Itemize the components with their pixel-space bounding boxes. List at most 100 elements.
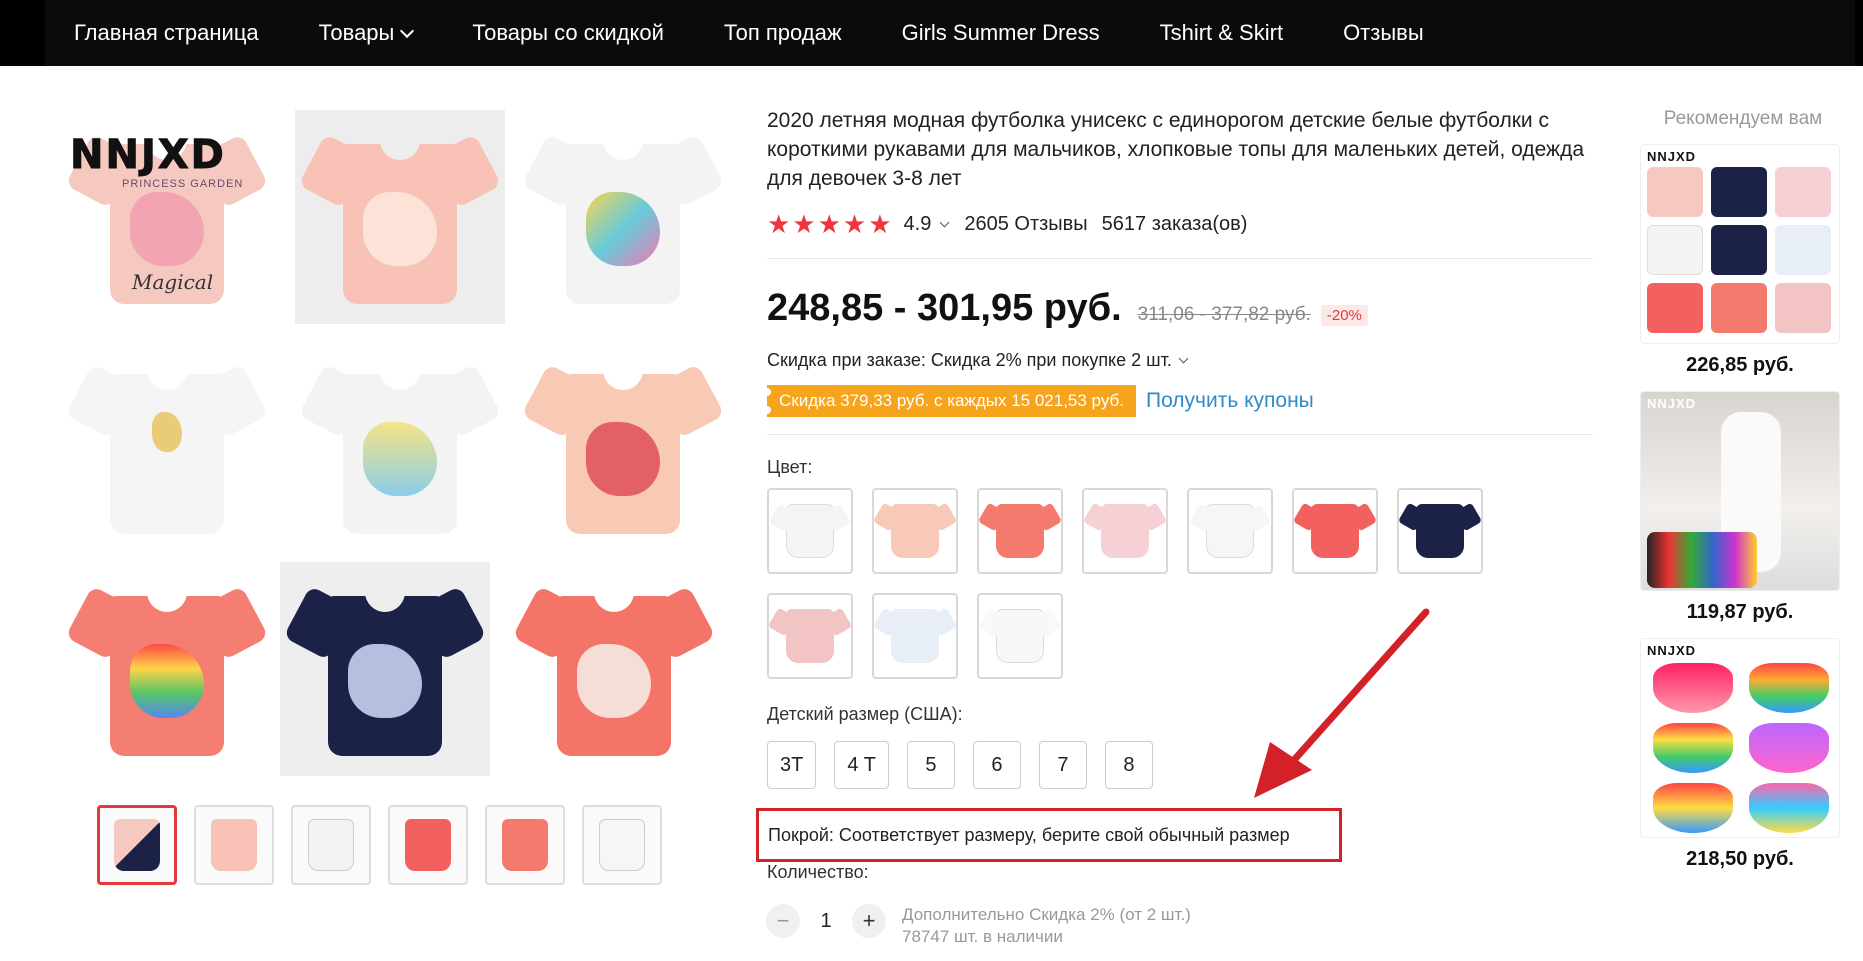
size-option-7[interactable]: 7 bbox=[1038, 741, 1087, 789]
nav-girls-dress[interactable]: Girls Summer Dress bbox=[902, 20, 1100, 46]
size-label: Детский размер (США): bbox=[767, 704, 963, 724]
color-swatch-2[interactable] bbox=[872, 488, 958, 574]
gallery-shirt-7 bbox=[62, 562, 272, 776]
chevron-down-icon bbox=[400, 23, 415, 39]
product-info: 2020 летняя модная футболка унисекс с ед… bbox=[763, 106, 1597, 789]
nav-home-label: Главная страница bbox=[74, 20, 259, 45]
get-coupons-link[interactable]: Получить купоны bbox=[1146, 389, 1314, 413]
thumbnail-strip bbox=[97, 805, 679, 885]
price-row: 248,85 - 301,95 руб. 311,06 - 377,82 руб… bbox=[767, 287, 1597, 330]
thumbnail-1[interactable] bbox=[97, 805, 177, 885]
gallery-shirt-6 bbox=[518, 340, 728, 554]
bulk-discount-text: Скидка при заказе: Скидка 2% при покупке… bbox=[767, 350, 1172, 370]
color-swatch-1[interactable] bbox=[767, 488, 853, 574]
thumbnail-3[interactable] bbox=[291, 805, 371, 885]
orders-count: 5617 заказа(ов) bbox=[1101, 213, 1248, 235]
rec-image-1[interactable]: NNJXD bbox=[1640, 144, 1840, 344]
size-option-3t[interactable]: 3T bbox=[767, 741, 817, 789]
size-option-6[interactable]: 6 bbox=[972, 741, 1021, 789]
divider bbox=[767, 258, 1593, 259]
rec-item-1[interactable]: NNJXD 226,85 руб. bbox=[1640, 144, 1840, 377]
gallery-shirt-5 bbox=[295, 340, 505, 554]
coupon-row: Скидка 379,33 руб. с каждых 15 021,53 ру… bbox=[763, 385, 1597, 417]
recommendations-title: Рекомендуем вам bbox=[1663, 108, 1823, 129]
gallery-shirt-8 bbox=[280, 562, 490, 776]
fit-info-text: Покрой: Соответствует размеру, берите св… bbox=[768, 824, 1290, 845]
gallery-shirt-2 bbox=[295, 110, 505, 324]
color-swatch-9[interactable] bbox=[872, 593, 958, 679]
thumbnail-2[interactable] bbox=[194, 805, 274, 885]
bulk-discount[interactable]: Скидка при заказе: Скидка 2% при покупке… bbox=[767, 350, 1597, 371]
color-swatch-3[interactable] bbox=[977, 488, 1063, 574]
rec-brand-logo: NNJXD bbox=[1647, 149, 1697, 164]
rec-item-3[interactable]: NNJXD 218,50 руб. bbox=[1640, 638, 1840, 871]
gallery-shirt-3 bbox=[518, 110, 728, 324]
nav-home[interactable]: Главная страница bbox=[74, 20, 259, 46]
size-options: 3T 4 T 5 6 7 8 bbox=[767, 741, 1597, 789]
stock-note: 78747 шт. в наличии bbox=[902, 927, 1063, 946]
quantity-label: Количество: bbox=[767, 862, 869, 882]
gallery-shirt-1: NNJXD PRINCESS GARDEN Magical bbox=[62, 110, 272, 324]
current-price: 248,85 - 301,95 руб. bbox=[767, 287, 1122, 329]
rating-stars-icon: ★★★★★ bbox=[767, 209, 894, 239]
rec-brand-logo: NNJXD bbox=[1647, 643, 1697, 658]
thumbnail-6[interactable] bbox=[582, 805, 662, 885]
nav-tshirt-skirt-label: Tshirt & Skirt bbox=[1159, 20, 1284, 45]
rec-price-2: 119,87 руб. bbox=[1686, 601, 1794, 623]
old-price: 311,06 - 377,82 руб. bbox=[1137, 304, 1311, 325]
nav-discounted-label: Товары со скидкой bbox=[472, 20, 664, 45]
chevron-down-icon bbox=[1178, 353, 1189, 364]
rec-price-1: 226,85 руб. bbox=[1686, 354, 1794, 376]
coupon-tag: Скидка 379,33 руб. с каждых 15 021,53 ру… bbox=[763, 385, 1136, 417]
quantity-increase-button[interactable]: + bbox=[852, 904, 886, 938]
nav-products[interactable]: Товары bbox=[318, 20, 415, 46]
reviews-count[interactable]: 2605 Отзывы bbox=[964, 213, 1087, 236]
nav-top-sales-label: Топ продаж bbox=[723, 20, 842, 45]
color-swatch-5[interactable] bbox=[1187, 488, 1273, 574]
thumbnail-4[interactable] bbox=[388, 805, 468, 885]
quantity-value[interactable]: 1 bbox=[800, 904, 852, 938]
color-swatch-6[interactable] bbox=[1292, 488, 1378, 574]
color-swatch-10[interactable] bbox=[977, 593, 1063, 679]
size-option-4t[interactable]: 4 T bbox=[834, 741, 889, 789]
rec-price-3: 218,50 руб. bbox=[1686, 848, 1794, 870]
discount-badge: -20% bbox=[1320, 305, 1368, 326]
rating-row: ★★★★★ 4.9 2605 Отзывы 5617 заказа(ов) bbox=[767, 209, 1597, 240]
gallery-shirt-4 bbox=[62, 340, 272, 554]
rec-image-2[interactable]: NNJXD bbox=[1640, 391, 1840, 591]
main-nav: Главная страница Товары Товары со скидко… bbox=[74, 0, 1484, 66]
gallery-shirt-9 bbox=[509, 562, 719, 776]
nav-top-sales[interactable]: Топ продаж bbox=[724, 20, 842, 46]
rec-brand-logo: NNJXD bbox=[1647, 396, 1697, 411]
quantity-decrease-button[interactable]: − bbox=[766, 904, 800, 938]
quantity-stepper: − 1 + Дополнительно Скидка 2% (от 2 шт.)… bbox=[766, 904, 1191, 948]
nav-tshirt-skirt[interactable]: Tshirt & Skirt bbox=[1160, 20, 1283, 46]
extra-discount-note: Дополнительно Скидка 2% (от 2 шт.) bbox=[902, 905, 1191, 924]
product-main-image[interactable]: NNJXD PRINCESS GARDEN Magical bbox=[62, 110, 725, 786]
annotation-arrow-icon bbox=[1254, 608, 1430, 798]
rec-item-2[interactable]: NNJXD 119,87 руб. bbox=[1640, 391, 1840, 624]
divider bbox=[767, 434, 1593, 435]
chevron-down-icon[interactable] bbox=[939, 217, 950, 228]
brand-sub-text: PRINCESS GARDEN bbox=[122, 178, 244, 190]
product-title: 2020 летняя модная футболка унисекс с ед… bbox=[767, 109, 1585, 190]
nav-reviews-label: Отзывы bbox=[1343, 20, 1424, 45]
nav-products-label: Товары bbox=[318, 20, 395, 45]
nav-girls-dress-label: Girls Summer Dress bbox=[901, 20, 1100, 45]
nav-discounted[interactable]: Товары со скидкой bbox=[472, 20, 664, 46]
brand-logo: NNJXD bbox=[70, 132, 226, 179]
size-option-8[interactable]: 8 bbox=[1104, 741, 1153, 789]
nav-reviews[interactable]: Отзывы bbox=[1343, 20, 1424, 46]
fit-info-highlight: Покрой: Соответствует размеру, берите св… bbox=[756, 808, 1342, 862]
color-swatch-4[interactable] bbox=[1082, 488, 1168, 574]
color-swatch-8[interactable] bbox=[767, 593, 853, 679]
color-label: Цвет: bbox=[767, 457, 813, 477]
rating-value[interactable]: 4.9 bbox=[904, 213, 932, 236]
size-option-5[interactable]: 5 bbox=[906, 741, 955, 789]
rec-image-3[interactable]: NNJXD bbox=[1640, 638, 1840, 838]
thumbnail-5[interactable] bbox=[485, 805, 565, 885]
shirt-script-text: Magical bbox=[132, 270, 214, 294]
color-swatch-7[interactable] bbox=[1397, 488, 1483, 574]
recommendations: Рекомендуем вам NNJXD 226,85 руб. NNJXD … bbox=[1640, 108, 1840, 871]
top-nav-bar: Главная страница Товары Товары со скидко… bbox=[0, 0, 1863, 66]
